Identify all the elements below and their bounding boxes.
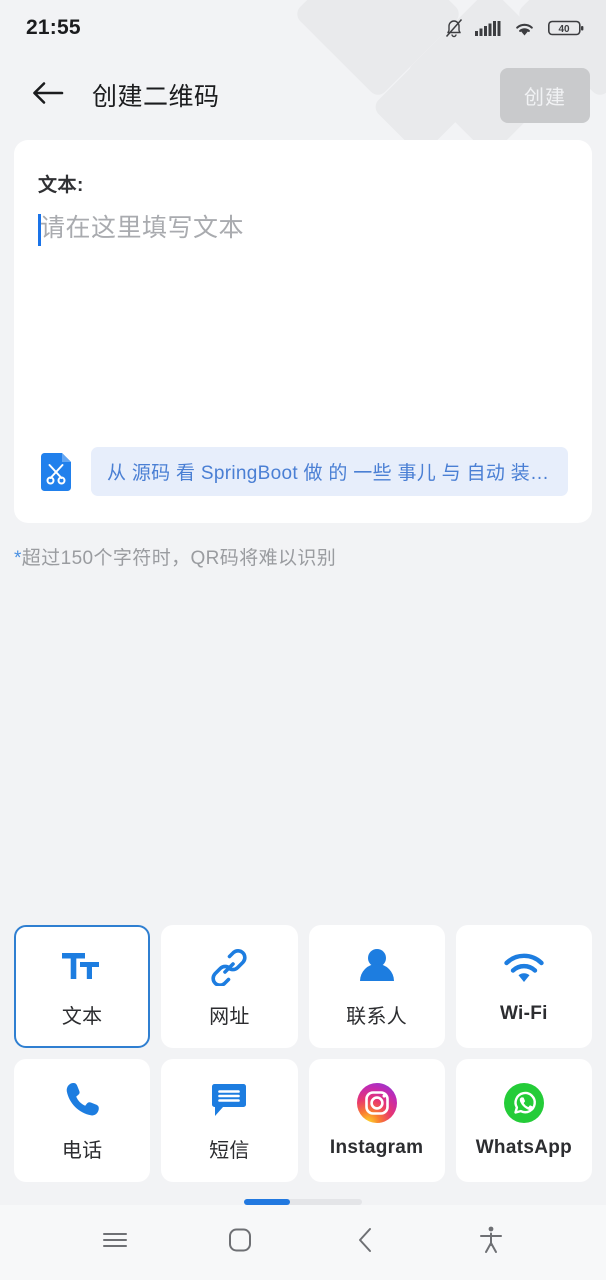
android-nav-bar bbox=[0, 1205, 606, 1280]
text-field-label: 文本: bbox=[38, 175, 84, 196]
qr-type-tile-sms[interactable]: 短信 bbox=[161, 1059, 298, 1182]
instagram-icon bbox=[356, 1082, 398, 1124]
qr-type-label: 联系人 bbox=[346, 1005, 408, 1028]
arrow-left-icon bbox=[32, 80, 64, 111]
back-icon bbox=[357, 1227, 375, 1258]
status-icons: 40 bbox=[444, 17, 584, 39]
hint-asterisk: * bbox=[14, 548, 22, 569]
back-button[interactable] bbox=[26, 73, 70, 117]
battery-level-text: 40 bbox=[558, 24, 570, 35]
qr-type-label: Wi-Fi bbox=[499, 1003, 548, 1024]
wifi-icon bbox=[502, 948, 546, 990]
text-input[interactable]: 请在这里填写文本 bbox=[38, 211, 568, 447]
scissors-document-icon[interactable] bbox=[38, 452, 74, 492]
create-button[interactable]: 创建 bbox=[500, 67, 590, 123]
qr-type-tile-contact[interactable]: 联系人 bbox=[308, 925, 445, 1048]
hint-text: 超过150个字符时，QR码将难以识别 bbox=[21, 548, 337, 569]
qr-type-label: WhatsApp bbox=[475, 1137, 573, 1158]
qr-type-tile-wifi[interactable]: Wi-Fi bbox=[455, 925, 592, 1048]
whatsapp-icon bbox=[503, 1082, 545, 1124]
clipboard-suggestion: 从 源码 看 SpringBoot 做 的 一些 事儿 与 自动 装配… bbox=[38, 447, 568, 496]
bell-off-icon bbox=[444, 17, 464, 39]
accessibility-icon bbox=[478, 1225, 504, 1260]
nav-accessibility-button[interactable] bbox=[429, 1205, 555, 1280]
qr-type-tile-phone[interactable]: 电话 bbox=[14, 1059, 151, 1182]
contact-icon bbox=[357, 945, 397, 987]
phone-icon bbox=[62, 1079, 102, 1121]
text-icon bbox=[61, 945, 103, 987]
qr-type-label: 文本 bbox=[61, 1005, 103, 1028]
qr-type-tile-instagram[interactable]: Instagram bbox=[308, 1059, 445, 1182]
qr-type-tile-url[interactable]: 网址 bbox=[161, 925, 298, 1048]
text-input-placeholder: 请在这里填写文本 bbox=[40, 214, 245, 242]
qr-type-label: 网址 bbox=[209, 1005, 250, 1028]
sms-icon bbox=[209, 1079, 249, 1121]
home-icon bbox=[228, 1227, 252, 1258]
link-icon bbox=[208, 945, 250, 987]
qr-type-label: 电话 bbox=[61, 1139, 103, 1162]
page-title: 创建二维码 bbox=[92, 83, 220, 111]
qr-type-label: Instagram bbox=[329, 1137, 424, 1158]
battery-icon: 40 bbox=[548, 18, 584, 38]
qr-type-label: 短信 bbox=[209, 1139, 250, 1162]
character-limit-hint: *超过150个字符时，QR码将难以识别 bbox=[14, 543, 606, 570]
clipboard-chip-text[interactable]: 从 源码 看 SpringBoot 做 的 一些 事儿 与 自动 装配… bbox=[91, 447, 568, 496]
qr-type-tile-whatsapp[interactable]: WhatsApp bbox=[455, 1059, 592, 1182]
qr-type-grid: 文本 网址 联系人 Wi-Fi 电话 短信 Instagram WhatsApp bbox=[14, 925, 592, 1182]
nav-back-button[interactable] bbox=[303, 1205, 429, 1280]
status-time: 21:55 bbox=[26, 16, 81, 39]
app-bar: 创建二维码 创建 bbox=[0, 56, 606, 134]
text-input-card: 文本: 请在这里填写文本 从 源码 看 SpringBoot 做 的 一些 事儿… bbox=[14, 140, 592, 523]
qr-type-picker: 文本 网址 联系人 Wi-Fi 电话 短信 Instagram WhatsApp bbox=[0, 925, 606, 1205]
wifi-icon bbox=[512, 18, 537, 38]
signal-icon bbox=[475, 18, 501, 38]
qr-type-tile-text[interactable]: 文本 bbox=[14, 925, 151, 1048]
menu-icon bbox=[102, 1230, 128, 1255]
nav-home-button[interactable] bbox=[178, 1205, 304, 1280]
status-bar: 21:55 40 bbox=[0, 0, 606, 56]
nav-recents-button[interactable] bbox=[52, 1205, 178, 1280]
